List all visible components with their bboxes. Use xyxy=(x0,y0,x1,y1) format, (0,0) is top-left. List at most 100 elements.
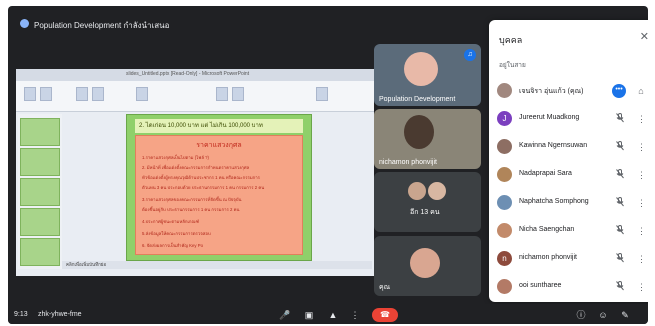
mic-off-icon xyxy=(615,197,625,209)
info-icon[interactable]: ⓘ xyxy=(574,309,588,321)
participant-tile[interactable]: nichamon phonvijit xyxy=(374,109,481,169)
avatar: n xyxy=(497,251,512,266)
participant-row[interactable]: Naphatcha Somphong ⋮ xyxy=(495,192,648,214)
ribbon-toolbar xyxy=(16,81,374,112)
participant-name: Kawinna Ngernsuwan xyxy=(519,142,588,149)
mic-icon[interactable]: 🎤 xyxy=(278,309,292,321)
slide-thumbnail xyxy=(20,208,60,236)
participant-name: Nicha Saengchan xyxy=(519,226,575,233)
slide-line: 1.ราคาแสวงกุศลเป็นไปตาม (ไฟล์ ?) xyxy=(142,155,209,160)
camera-icon[interactable]: ▣ xyxy=(302,309,316,321)
paste-icon xyxy=(24,87,36,101)
more-options-icon[interactable]: ⋮ xyxy=(348,309,362,321)
more-vert-icon[interactable]: ⋮ xyxy=(637,253,646,265)
avatar: J xyxy=(497,111,512,126)
people-panel: บุคคล ✕ อยู่ในสาย เจนจิรา อุ่นแก้ว (คุณ)… xyxy=(489,20,648,302)
avatar xyxy=(497,167,512,182)
present-screen-icon[interactable]: ▲ xyxy=(326,309,340,321)
participant-row[interactable]: J Jureerut Muadkong ⋮ xyxy=(495,108,648,130)
meeting-code: zhk-yhwe-fme xyxy=(38,311,82,318)
slide-thumbnail xyxy=(20,238,60,266)
participant-name: ooi suntharee xyxy=(519,282,562,289)
participant-name: Jureerut Muadkong xyxy=(519,114,580,121)
slide-line: 4.ประกาศผู้ชนะตามหลักเกณฑ์ xyxy=(142,219,200,224)
participant-row[interactable]: ooi suntharee ⋮ xyxy=(495,276,648,298)
slide-line: 2. มีหน้าที่ เพื่อแต่งตั้งคณะกรรมการกำหน… xyxy=(142,165,250,170)
meeting-title: Population Development กำลังนำเสนอ xyxy=(34,21,170,30)
pin-icon[interactable]: ⌂ xyxy=(637,85,645,97)
slide-line: 3.ราคาแสวงกุศลของคณะกรรมการที่จัดขึ้น ณ … xyxy=(142,197,242,202)
people-icon[interactable]: ☺ xyxy=(596,309,610,321)
more-vert-icon[interactable]: ⋮ xyxy=(637,197,646,209)
participant-row[interactable]: n nichamon phonvijit ⋮ xyxy=(495,248,648,270)
avatar xyxy=(497,139,512,154)
slide-line: หัวข้อแต่งตั้งผู้ทรงคุณวุฒิด้านประชากร 1… xyxy=(142,175,260,180)
avatar xyxy=(497,195,512,210)
avatar xyxy=(497,223,512,238)
more-vert-icon[interactable]: ⋮ xyxy=(637,141,646,153)
speaking-indicator-icon: ♫ xyxy=(464,49,476,61)
slide-line: 6. จัดส่งผลการเป็นสำคัญ Key Po xyxy=(142,243,204,248)
more-vert-icon[interactable]: ⋮ xyxy=(637,169,646,181)
shapes-icon xyxy=(216,87,228,101)
participant-name: Nadaprapai Sara xyxy=(519,170,572,177)
font-icon xyxy=(76,87,88,101)
participant-row[interactable]: Kawinna Ngernsuwan ⋮ xyxy=(495,136,648,158)
participant-row[interactable]: Nicha Saengchan ⋮ xyxy=(495,220,648,242)
current-slide: 2. ไดเก่อน 10,000 บาท แต่ ไม่เกิน 100,00… xyxy=(126,114,312,261)
slide-thumbnail xyxy=(20,178,60,206)
slide-thumbnail xyxy=(20,118,60,146)
mic-off-icon xyxy=(615,281,625,293)
slide-subtitle: ราคาแสวงกุศล xyxy=(196,142,242,149)
tile-label: Population Development xyxy=(379,96,456,103)
arrange-icon xyxy=(232,87,244,101)
avatar xyxy=(497,83,512,98)
slide-line: ต้องขึ้นอยู่กับ ประธานกรรมการ 1 คน กรรมก… xyxy=(142,207,240,212)
chat-icon[interactable]: ✎ xyxy=(618,309,632,321)
slide-thumbnail xyxy=(20,148,60,176)
new-slide-icon xyxy=(40,87,52,101)
others-tile[interactable]: อีก 13 คน xyxy=(374,172,481,232)
speaking-indicator-icon: ••• xyxy=(612,84,626,98)
tile-label: nichamon phonvijit xyxy=(379,159,437,166)
more-vert-icon[interactable]: ⋮ xyxy=(637,281,646,293)
more-vert-icon[interactable]: ⋮ xyxy=(637,113,646,125)
paragraph-icon xyxy=(136,87,148,101)
window-titlebar: slides_Untitled.pptx [Read-Only] - Micro… xyxy=(16,69,374,81)
avatar xyxy=(428,182,446,200)
more-vert-icon[interactable]: ⋮ xyxy=(637,225,646,237)
participant-name: Naphatcha Somphong xyxy=(519,198,589,205)
participant-video xyxy=(404,115,434,149)
find-icon xyxy=(316,87,328,101)
mic-off-icon xyxy=(615,169,625,181)
mic-off-icon xyxy=(615,113,625,125)
tile-label: อีก 13 คน xyxy=(410,209,440,216)
meet-window: Population Development กำลังนำเสนอ slide… xyxy=(8,6,648,324)
shared-screen: slides_Untitled.pptx [Read-Only] - Micro… xyxy=(16,69,374,276)
participant-row[interactable]: เจนจิรา อุ่นแก้ว (คุณ) ••• ⌂ xyxy=(495,80,648,102)
present-icon xyxy=(20,19,29,28)
participant-name: เจนจิรา อุ่นแก้ว (คุณ) xyxy=(519,88,584,95)
self-tile[interactable]: คุณ xyxy=(374,236,481,296)
call-end-icon[interactable]: ☎ xyxy=(372,308,398,322)
notes-bar: คลิกเพื่อเพิ่มบันทึกย่อ xyxy=(62,261,372,269)
slide-line: 5.ส่งข้อมูลให้คณะกรรมการตรวจสอบ xyxy=(142,231,211,236)
window-title: slides_Untitled.pptx [Read-Only] - Micro… xyxy=(126,71,250,77)
participant-row[interactable]: Nadaprapai Sara ⋮ xyxy=(495,164,648,186)
mic-off-icon xyxy=(615,141,625,153)
slide-header: 2. ไดเก่อน 10,000 บาท แต่ ไม่เกิน 100,00… xyxy=(135,119,303,133)
screenshot-frame: Population Development กำลังนำเสนอ slide… xyxy=(0,0,655,326)
presenter-video xyxy=(404,52,438,86)
bold-icon xyxy=(92,87,104,101)
slide-line: ตัวแทน 3 คน ประกอบด้วย ประธานกรรมการ 1 ค… xyxy=(142,185,265,190)
meeting-time: 9:13 xyxy=(14,311,28,318)
self-avatar xyxy=(410,248,440,278)
close-icon[interactable]: ✕ xyxy=(640,30,648,43)
participant-name: nichamon phonvijit xyxy=(519,254,577,261)
slide-content-box: ราคาแสวงกุศล 1.ราคาแสวงกุศลเป็นไปตาม (ไฟ… xyxy=(135,135,303,255)
slide-thumbnails xyxy=(18,114,62,269)
tile-label: คุณ xyxy=(379,284,391,291)
avatar xyxy=(408,182,426,200)
panel-title: บุคคล xyxy=(499,35,523,45)
presenter-tile[interactable]: ♫ Population Development xyxy=(374,44,481,106)
